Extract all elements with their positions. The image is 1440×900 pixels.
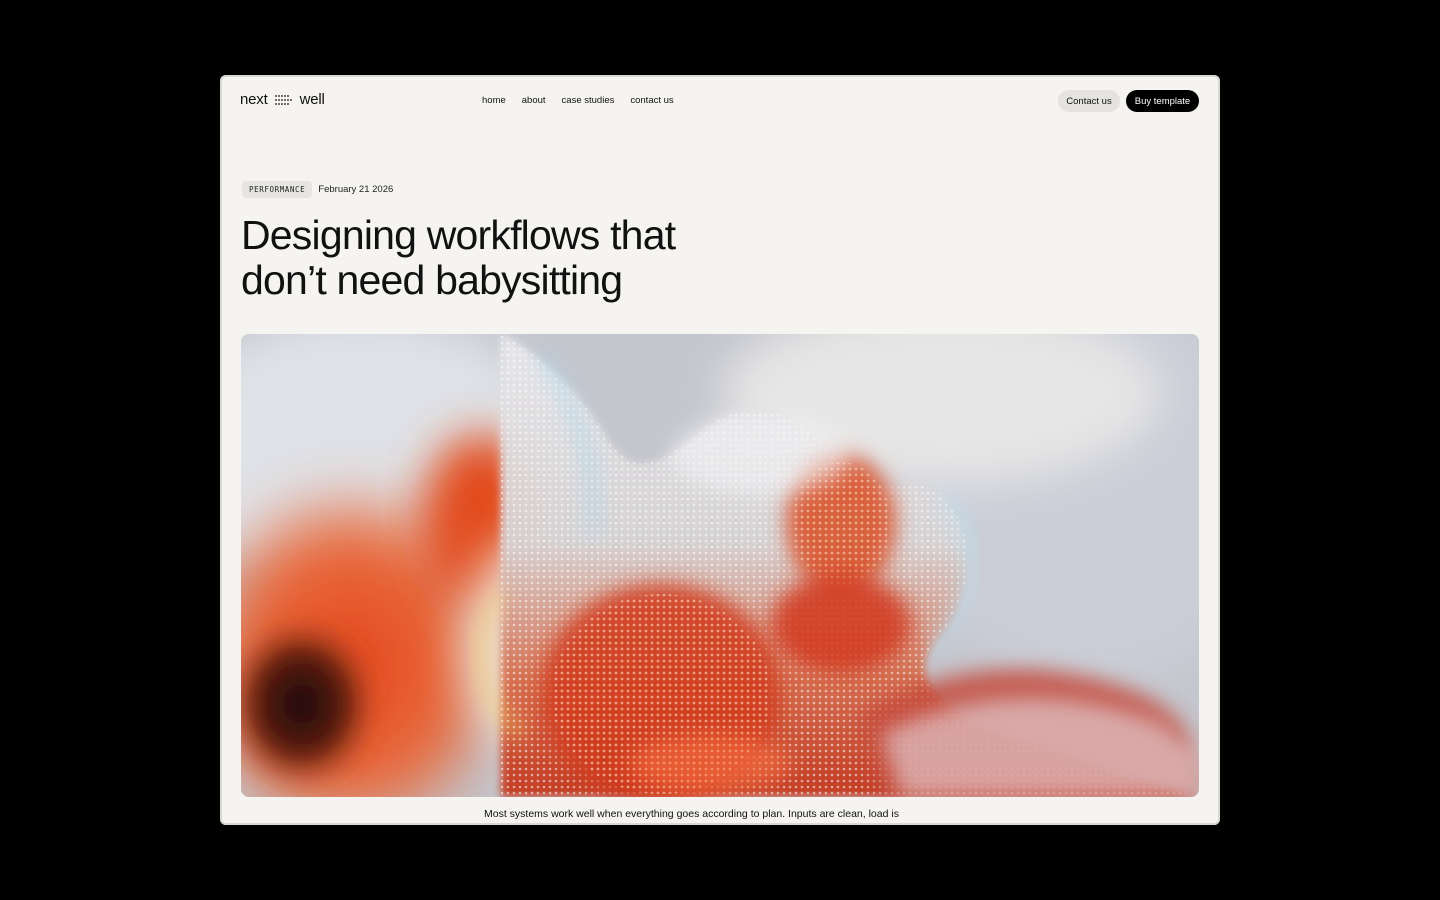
nav-link-case-studies[interactable]: case studies — [562, 95, 615, 106]
article-date: February 21 2026 — [318, 184, 394, 195]
logo-text-right: well — [299, 91, 325, 108]
logo-text-left: next — [240, 91, 268, 108]
article-title: Designing workflows that don’t need baby… — [241, 213, 841, 303]
logo[interactable]: next well — [240, 91, 325, 108]
hero-image — [241, 334, 1199, 797]
article-title-line-2: don’t need babysitting — [241, 257, 623, 303]
buy-template-button[interactable]: Buy template — [1126, 90, 1199, 112]
article-meta: PERFORMANCE February 21 2026 — [242, 181, 393, 198]
nav-links: home about case studies contact us — [482, 95, 674, 106]
browser-window: next well home about case studies contac… — [220, 75, 1220, 825]
nav-link-contact-us[interactable]: contact us — [630, 95, 673, 106]
abstract-mesh-image — [241, 334, 1199, 797]
category-tag[interactable]: PERFORMANCE — [242, 181, 313, 198]
top-navigation: next well home about case studies contac… — [220, 75, 1220, 129]
nav-link-about[interactable]: about — [522, 95, 546, 106]
article-excerpt: Most systems work well when everything g… — [484, 808, 899, 820]
nav-link-home[interactable]: home — [482, 95, 506, 106]
article-title-line-1: Designing workflows that — [241, 212, 676, 258]
logo-dots-icon — [274, 94, 292, 105]
contact-us-button[interactable]: Contact us — [1058, 90, 1120, 112]
